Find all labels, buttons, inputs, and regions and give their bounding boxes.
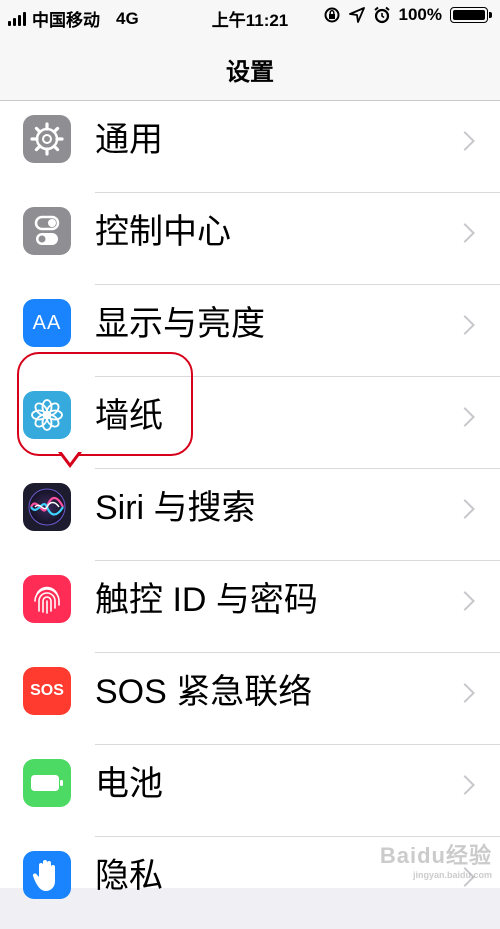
annotation-highlight-circle [17,352,193,456]
watermark-url: jingyan.baidu.com [412,870,492,880]
siri-icon [23,483,71,531]
settings-row-label: 电池 [95,765,163,803]
battery-fill [453,10,485,20]
battery-icon [450,7,492,23]
alarm-icon [373,6,390,24]
chevron-right-icon [455,223,475,243]
settings-row-label: Siri 与搜索 [95,489,256,527]
settings-row-label: 触控 ID 与密码 [95,581,318,619]
battery-percent: 100% [398,5,442,24]
chevron-right-icon [455,315,475,335]
sos-icon: SOS [23,667,71,715]
settings-row-control-center[interactable]: 控制中心 [0,193,500,285]
chevron-right-icon [455,591,475,611]
settings-row-label: 隐私 [95,857,163,895]
location-icon [348,7,365,23]
chevron-right-icon [455,775,475,795]
chevron-right-icon [455,131,475,151]
fingerprint-icon [23,575,71,623]
navigation-bar: 设置 [0,34,500,101]
watermark-text: Baidu经验 [379,843,492,868]
hand-icon [23,851,71,899]
page-title: 设置 [226,59,274,86]
annotation-highlight-tail-inner [61,451,79,463]
chevron-right-icon [455,683,475,703]
settings-row-label: 通用 [95,121,163,159]
text-size-icon: AA [23,299,71,347]
chevron-right-icon [455,407,475,427]
settings-row-general[interactable]: 通用 [0,101,500,193]
status-right: 100% [323,5,492,25]
settings-row-touch-id-passcode[interactable]: 触控 ID 与密码 [0,561,500,653]
settings-row-battery[interactable]: 电池 [0,745,500,837]
settings-row-label: 显示与亮度 [95,305,265,343]
gear-icon [23,115,71,163]
text-size-icon-label: AA [32,311,62,334]
toggle-switches-icon [23,207,71,255]
watermark: Baidu经验 jingyan.baidu.com [380,838,492,880]
orientation-lock-icon [324,7,340,23]
settings-row-siri-search[interactable]: Siri 与搜索 [0,469,500,561]
settings-list: 通用 控制中心 AA 显示与亮度 墙纸 Siri 与搜索 触控 ID 与密码 S… [0,101,500,899]
settings-row-label: SOS 紧急联络 [95,673,313,711]
settings-row-emergency-sos[interactable]: SOS SOS 紧急联络 [0,653,500,745]
status-bar: 中国移动 4G 上午11:21 100% [0,0,500,34]
sos-icon-label: SOS [30,682,64,699]
chevron-right-icon [455,499,475,519]
settings-row-label: 控制中心 [95,213,231,251]
battery-setting-icon [23,759,71,807]
